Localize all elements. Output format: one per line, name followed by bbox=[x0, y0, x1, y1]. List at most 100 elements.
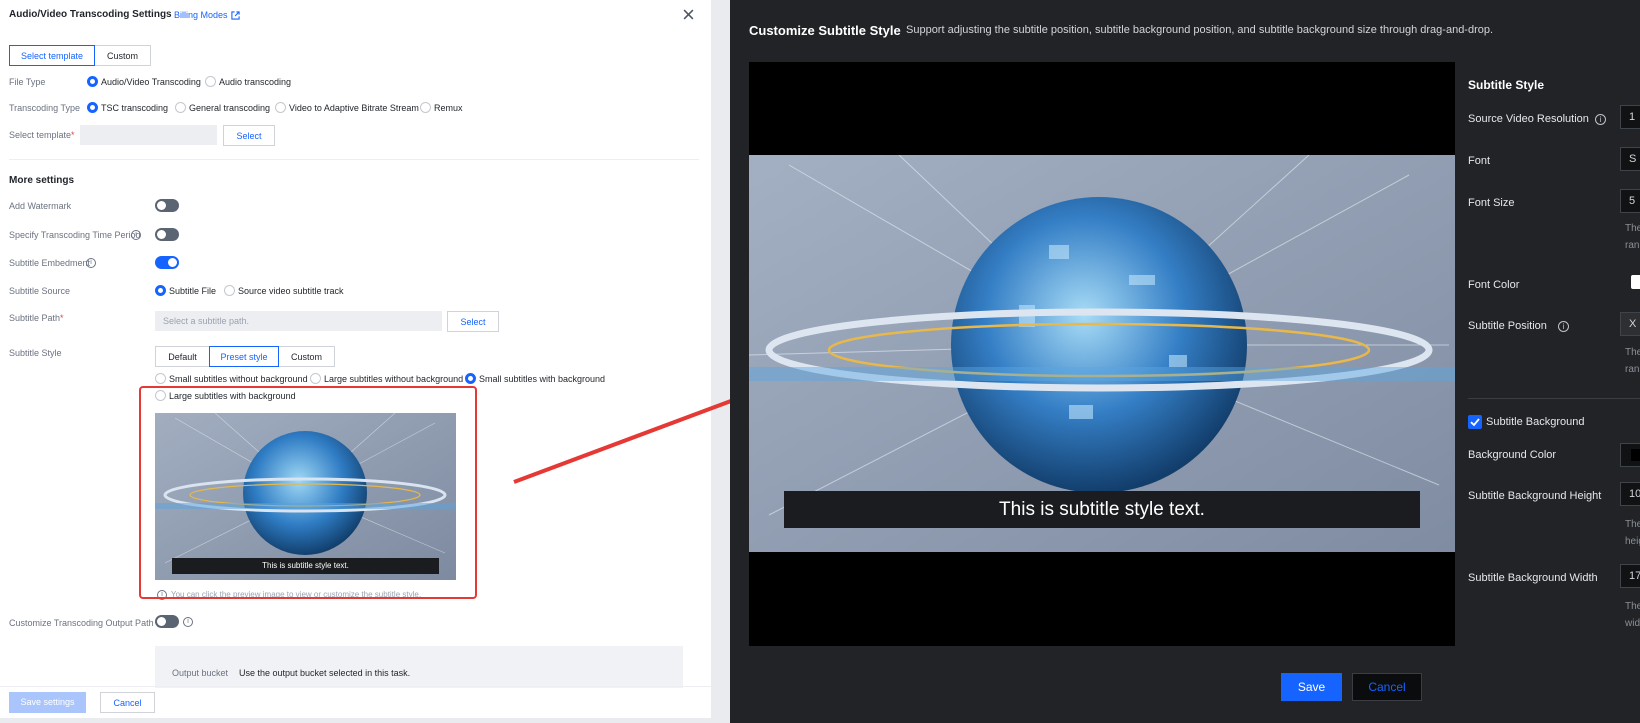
panel-divider bbox=[1468, 398, 1640, 399]
info-icon: i bbox=[1558, 321, 1569, 332]
bg-width-label: Subtitle Background Width bbox=[1468, 572, 1598, 584]
output-bucket-panel: Output bucket Use the output bucket sele… bbox=[155, 646, 683, 688]
subtitle-source-label: Subtitle Source bbox=[9, 286, 71, 296]
output-path-label: Customize Transcoding Output Path bbox=[9, 618, 154, 628]
bg-height-hint-1: The bbox=[1625, 519, 1640, 530]
dialog-title: Audio/Video Transcoding Settings bbox=[9, 9, 172, 20]
customize-subtitle-modal: Customize Subtitle Style Support adjusti… bbox=[730, 0, 1640, 723]
font-color-swatch[interactable] bbox=[1631, 275, 1640, 289]
info-icon: i bbox=[86, 258, 96, 268]
background-color-swatch bbox=[1631, 449, 1640, 461]
preset-radio-large-nobg[interactable] bbox=[310, 373, 321, 384]
modal-description: Support adjusting the subtitle position,… bbox=[906, 24, 1494, 36]
subtitle-style-label: Subtitle Style bbox=[9, 348, 62, 358]
subtitle-source-radio-track[interactable] bbox=[224, 285, 235, 296]
modal-cancel-button[interactable]: Cancel bbox=[1352, 673, 1422, 701]
transcoding-option-tsc: TSC transcoding bbox=[101, 103, 169, 113]
template-input[interactable] bbox=[80, 125, 217, 145]
style-tab-default[interactable]: Default bbox=[155, 346, 210, 367]
subtitle-embedment-toggle[interactable] bbox=[155, 256, 179, 269]
tab-custom[interactable]: Custom bbox=[94, 45, 151, 66]
background-color-label: Background Color bbox=[1468, 449, 1557, 461]
subtitle-embedment-label: Subtitle Embedment bbox=[9, 258, 91, 268]
subtitle-style-panel: Subtitle Style Source Video Resolution i… bbox=[1468, 62, 1640, 646]
transcoding-settings-dialog: Audio/Video Transcoding Settings Billing… bbox=[0, 0, 711, 718]
billing-link-label: Billing Modes bbox=[174, 10, 228, 20]
highlight-box bbox=[139, 386, 477, 599]
preset-radio-small-nobg[interactable] bbox=[155, 373, 166, 384]
output-bucket-label: Output bucket bbox=[172, 668, 229, 678]
save-settings-button[interactable]: Save settings bbox=[9, 692, 86, 713]
info-icon: i bbox=[131, 230, 141, 240]
file-type-option-audio: Audio transcoding bbox=[219, 77, 292, 87]
background-color-picker[interactable] bbox=[1620, 443, 1640, 467]
subtitle-background-label: Subtitle Background bbox=[1486, 416, 1585, 428]
subtitle-position-hint-1: The bbox=[1625, 347, 1640, 358]
subtitle-position-input[interactable]: X bbox=[1620, 312, 1640, 336]
subtitle-source-radio-file[interactable] bbox=[155, 285, 166, 296]
template-select-button[interactable]: Select bbox=[223, 125, 275, 146]
subtitle-path-label: Subtitle Path* bbox=[9, 313, 64, 323]
bg-width-hint-1: The bbox=[1625, 601, 1640, 612]
source-resolution-label: Source Video Resolution bbox=[1468, 113, 1589, 125]
file-type-radio-audio[interactable] bbox=[205, 76, 216, 87]
video-preview-area: This is subtitle style text. bbox=[749, 62, 1455, 646]
font-color-label: Font Color bbox=[1468, 279, 1520, 291]
subtitle-path-input[interactable]: Select a subtitle path. bbox=[155, 311, 442, 331]
more-settings-heading: More settings bbox=[9, 175, 75, 186]
check-icon bbox=[1470, 418, 1480, 427]
preset-radio-small-bg[interactable] bbox=[465, 373, 476, 384]
subtitle-source-option-file: Subtitle File bbox=[169, 286, 217, 296]
font-size-hint-2: ran bbox=[1625, 240, 1640, 251]
file-type-radio-av[interactable] bbox=[87, 76, 98, 87]
tab-select-template[interactable]: Select template bbox=[9, 45, 95, 66]
subtitle-position-hint-2: ran bbox=[1625, 364, 1640, 375]
transcoding-radio-tsc[interactable] bbox=[87, 102, 98, 113]
output-path-toggle[interactable] bbox=[155, 615, 179, 628]
close-icon[interactable] bbox=[683, 9, 694, 20]
preset-option-large-nobg: Large subtitles without background bbox=[324, 374, 464, 384]
file-type-option-av: Audio/Video Transcoding bbox=[101, 77, 201, 87]
footer-divider bbox=[0, 686, 711, 687]
transcoding-radio-remux[interactable] bbox=[420, 102, 431, 113]
add-watermark-label: Add Watermark bbox=[9, 201, 72, 211]
transcoding-type-label: Transcoding Type bbox=[9, 103, 81, 113]
cancel-button[interactable]: Cancel bbox=[100, 692, 155, 713]
bg-height-hint-2: heig bbox=[1625, 536, 1640, 547]
add-watermark-toggle[interactable] bbox=[155, 199, 179, 212]
font-size-label: Font Size bbox=[1468, 197, 1515, 209]
font-select[interactable]: S bbox=[1620, 147, 1640, 171]
time-period-toggle[interactable] bbox=[155, 228, 179, 241]
info-icon: i bbox=[1595, 114, 1606, 125]
font-label: Font bbox=[1468, 155, 1491, 167]
modal-save-button[interactable]: Save bbox=[1281, 673, 1342, 701]
bg-width-hint-2: widt bbox=[1625, 618, 1640, 629]
panel-heading: Subtitle Style bbox=[1468, 78, 1545, 92]
preset-option-small-nobg: Small subtitles without background bbox=[169, 374, 308, 384]
source-resolution-input[interactable]: 1 bbox=[1620, 105, 1640, 129]
time-period-label: Specify Transcoding Time Period bbox=[9, 230, 141, 240]
transcoding-option-remux: Remux bbox=[434, 103, 463, 113]
subtitle-source-option-track: Source video subtitle track bbox=[238, 286, 344, 296]
bg-height-input[interactable]: 10 bbox=[1620, 482, 1640, 506]
subtitle-position-label: Subtitle Position bbox=[1468, 320, 1547, 332]
file-type-label: File Type bbox=[9, 77, 46, 87]
bg-width-input[interactable]: 17 bbox=[1620, 564, 1640, 588]
font-size-input[interactable]: 5 bbox=[1620, 189, 1640, 213]
subtitle-background-checkbox[interactable] bbox=[1468, 415, 1482, 429]
style-tab-custom[interactable]: Custom bbox=[278, 346, 335, 367]
style-tab-preset[interactable]: Preset style bbox=[209, 346, 279, 367]
transcoding-radio-abr[interactable] bbox=[275, 102, 286, 113]
transcoding-radio-general[interactable] bbox=[175, 102, 186, 113]
select-template-label: Select template* bbox=[9, 130, 75, 140]
transcoding-option-abr: Video to Adaptive Bitrate Stream bbox=[289, 103, 419, 113]
modal-title: Customize Subtitle Style bbox=[749, 23, 901, 38]
transcoding-option-general: General transcoding bbox=[189, 103, 271, 113]
video-frame[interactable]: This is subtitle style text. bbox=[749, 155, 1455, 552]
video-subtitle-bar[interactable]: This is subtitle style text. bbox=[784, 491, 1420, 528]
info-icon: i bbox=[183, 617, 193, 627]
subtitle-path-select-button[interactable]: Select bbox=[447, 311, 499, 332]
billing-modes-link[interactable]: Billing Modes bbox=[174, 10, 240, 20]
font-size-hint-1: The bbox=[1625, 223, 1640, 234]
output-bucket-value: Use the output bucket selected in this t… bbox=[239, 668, 411, 678]
